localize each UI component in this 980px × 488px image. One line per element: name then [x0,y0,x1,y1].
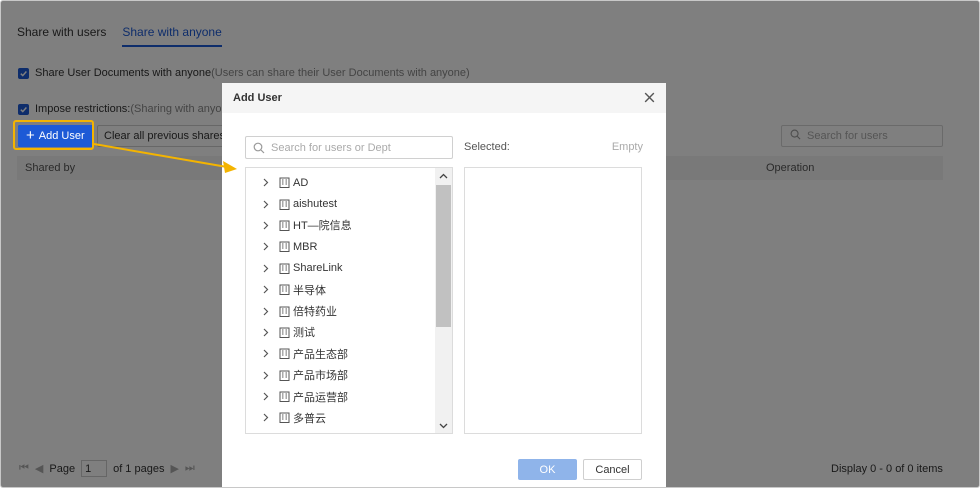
building-icon [279,306,290,317]
tree-item[interactable]: 倍特药业 [246,300,436,321]
tree-item-label: 多普云 [293,412,326,425]
chevron-right-icon[interactable] [263,328,271,337]
dept-search-placeholder: Search for users or Dept [271,141,391,154]
chevron-right-icon[interactable] [263,200,271,209]
tree-item[interactable]: 多普云 [246,407,436,428]
dialog-title: Add User [233,92,282,104]
tree-item-label: 倍特药业 [293,306,337,319]
selected-users-list [464,167,642,434]
building-icon [279,263,290,274]
tree-item[interactable]: MBR [246,236,436,257]
building-icon [279,370,290,381]
chevron-right-icon[interactable] [263,221,271,230]
tree-item[interactable]: 产品生态部 [246,343,436,364]
cancel-button[interactable]: Cancel [583,459,642,480]
building-icon [279,284,290,296]
tree-item-label: AD [293,176,309,189]
tree-item[interactable]: 产品市场部 [246,365,436,386]
scroll-down-icon[interactable] [435,418,452,433]
chevron-right-icon[interactable] [263,371,271,380]
tree-item[interactable]: ShareLink [246,258,436,279]
close-icon[interactable] [643,91,656,104]
chevron-right-icon[interactable] [263,285,271,294]
dialog-header: Add User [222,83,666,113]
scroll-up-icon[interactable] [435,168,452,183]
tree-item[interactable]: HT—院信息 [246,215,436,236]
tree-item-label: 半导体 [293,284,326,297]
chevron-right-icon[interactable] [263,264,271,273]
tree-item-label: aishutest [293,198,338,211]
search-icon [253,142,265,154]
scrollbar-thumb[interactable] [436,185,451,327]
building-icon [279,391,290,403]
chevron-right-icon[interactable] [263,392,271,401]
tree-item-label: HT—院信息 [293,220,352,233]
building-icon [279,327,290,338]
add-user-dialog: Add User Search for users or Dept Select… [222,83,666,487]
tree-item-label: ShareLink [293,262,343,275]
chevron-right-icon[interactable] [263,413,271,422]
chevron-right-icon[interactable] [263,307,271,316]
tree-item-label: 产品生态部 [293,348,348,361]
tree-item-label: MBR [293,240,318,253]
tree-item[interactable]: AD [246,172,436,193]
ok-button[interactable]: OK [518,459,577,480]
chevron-right-icon[interactable] [263,349,271,358]
tree-item-label: 产品运营部 [293,391,348,404]
building-icon [279,348,290,360]
tree-item-label: 产品市场部 [293,370,348,383]
tree-list: AD aishutest HT—院信息 MBR ShareLink 半导体倍特药业测试产品… [246,172,436,429]
tree-scrollbar[interactable] [435,168,452,433]
app-window: Share with users Share with anyone Share… [0,0,980,488]
building-icon [279,241,290,253]
department-tree: AD aishutest HT—院信息 MBR ShareLink 半导体倍特药业测试产品… [245,167,453,434]
chevron-right-icon[interactable] [263,242,271,251]
chevron-right-icon[interactable] [263,178,271,187]
tree-item[interactable]: 测试 [246,322,436,343]
tree-item[interactable]: 半导体 [246,279,436,300]
selected-label: Selected: [464,141,510,153]
building-icon [279,412,290,424]
tree-item[interactable]: 产品运营部 [246,386,436,407]
tree-item-label: 测试 [293,327,315,340]
building-icon [279,199,290,210]
dept-search-input[interactable]: Search for users or Dept [245,136,453,159]
building-icon [279,220,290,231]
building-icon [279,177,290,189]
selected-empty-label[interactable]: Empty [612,141,643,153]
tree-item[interactable]: aishutest [246,193,436,214]
highlight-box [13,120,94,150]
